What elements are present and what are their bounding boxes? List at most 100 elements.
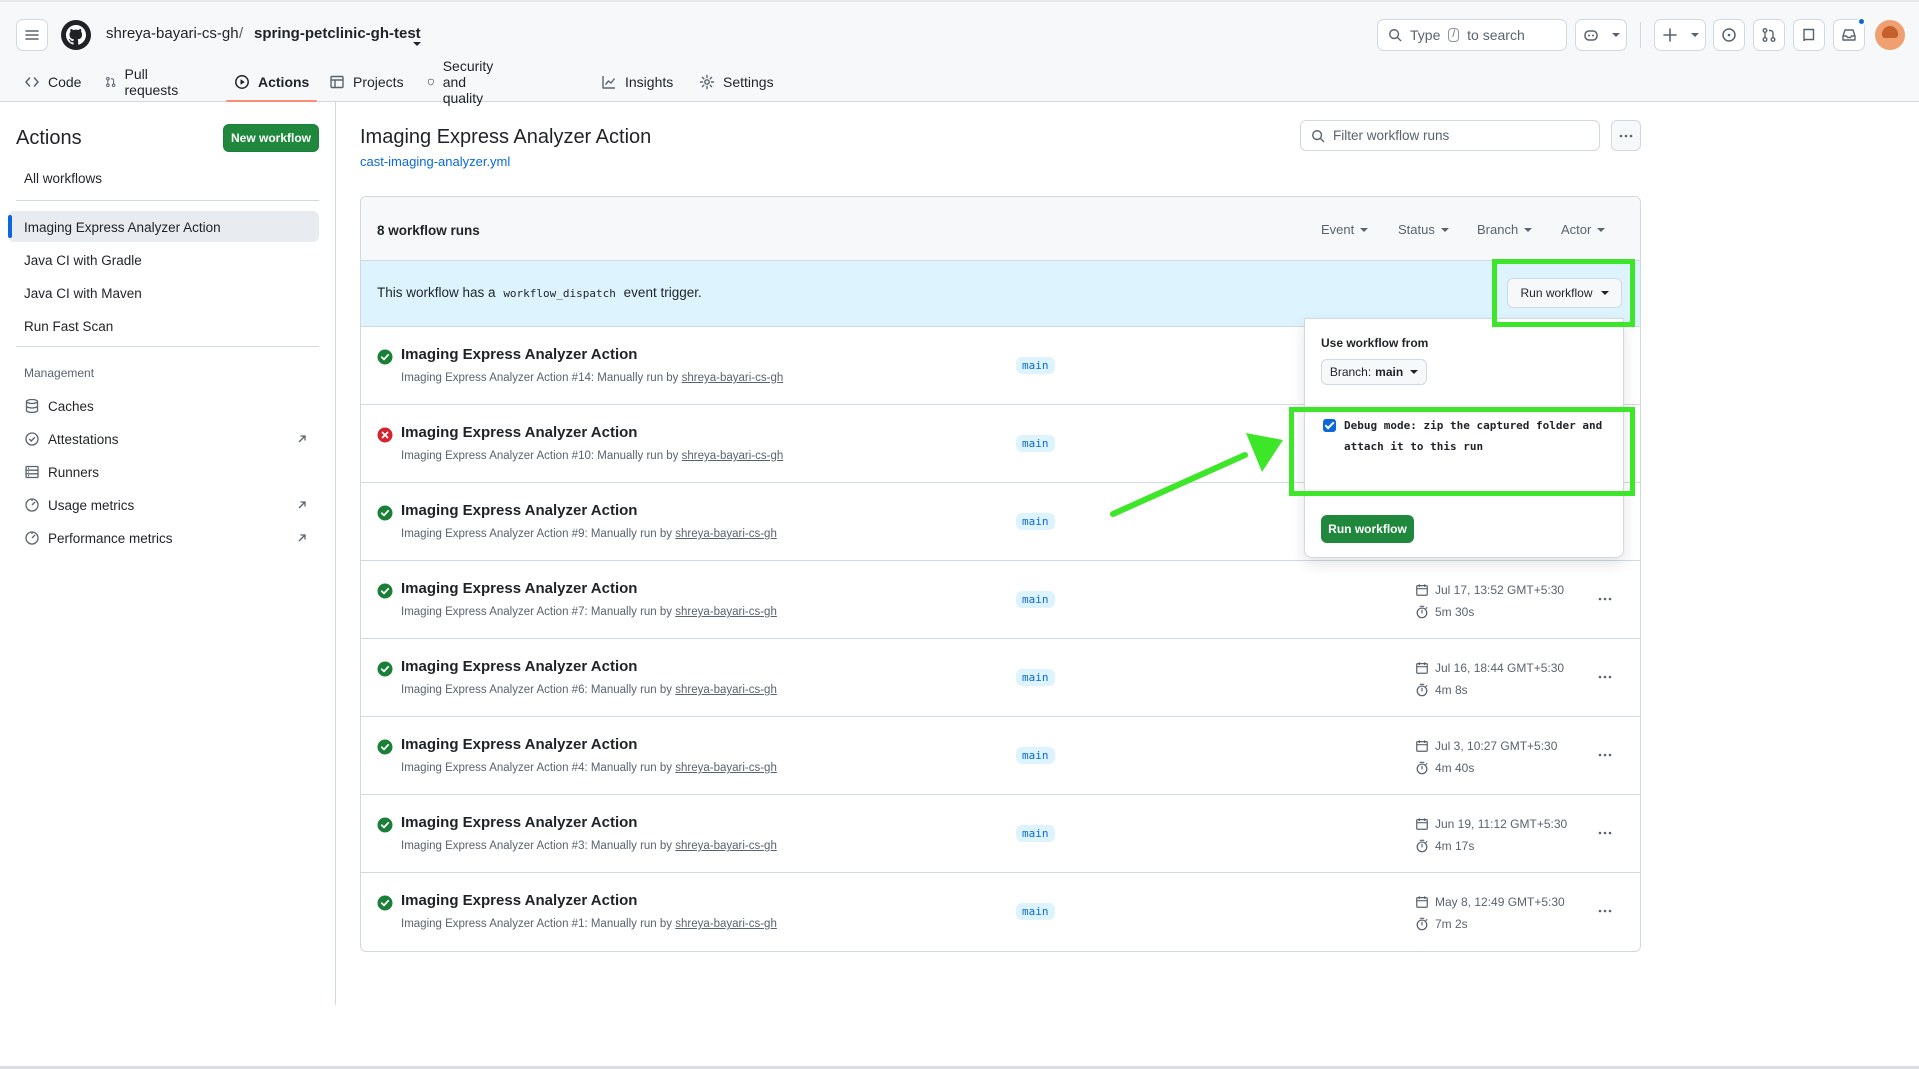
repositories-button[interactable]	[1793, 19, 1825, 51]
kebab-horizontal-icon	[1598, 675, 1612, 679]
branch-badge[interactable]: main	[1016, 903, 1055, 920]
filter-branch-dropdown[interactable]: Branch	[1477, 222, 1533, 237]
sidebar-item-workflow[interactable]: Java CI with Gradle	[24, 253, 142, 268]
run-title-link[interactable]: Imaging Express Analyzer Action	[401, 502, 637, 519]
tab-insights[interactable]: Insights	[601, 62, 673, 102]
run-title-link[interactable]: Imaging Express Analyzer Action	[401, 580, 637, 597]
run-workflow-submit-button[interactable]: Run workflow	[1321, 515, 1414, 543]
tab-projects[interactable]: Projects	[329, 62, 404, 102]
banner-text: This workflow has a workflow_dispatch ev…	[377, 285, 702, 300]
workflow-file-link[interactable]: cast-imaging-analyzer.yml	[360, 154, 510, 169]
tab-actions-label: Actions	[258, 74, 310, 90]
new-workflow-button[interactable]: New workflow	[223, 124, 319, 152]
caret-icon	[1410, 370, 1419, 374]
run-title-link[interactable]: Imaging Express Analyzer Action	[401, 658, 637, 675]
repo-name-link[interactable]: spring-petclinic-gh-test	[254, 25, 421, 42]
run-actor-link[interactable]: shreya-bayari-cs-gh	[675, 528, 777, 540]
header-divider	[1640, 22, 1641, 48]
create-new-button[interactable]	[1654, 19, 1706, 51]
workflow-run-row[interactable]: Imaging Express Analyzer Action Imaging E…	[361, 639, 1640, 717]
workflow-run-row[interactable]: Imaging Express Analyzer Action Imaging E…	[361, 717, 1640, 795]
run-options-button[interactable]	[1591, 821, 1619, 845]
run-description: Imaging Express Analyzer Action #7: Manu…	[401, 606, 673, 618]
branch-badge[interactable]: main	[1016, 513, 1055, 530]
tab-security[interactable]: Security and quality	[427, 58, 502, 106]
run-description: Imaging Express Analyzer Action #10: Man…	[401, 450, 679, 462]
run-actor-link[interactable]: shreya-bayari-cs-gh	[675, 684, 777, 696]
filter-placeholder: Filter workflow runs	[1333, 128, 1450, 143]
success-check-icon	[377, 739, 393, 755]
tab-pull-requests-label: Pull requests	[124, 66, 179, 98]
run-title-link[interactable]: Imaging Express Analyzer Action	[401, 892, 637, 909]
pull-request-icon	[106, 76, 116, 88]
workflow-run-row[interactable]: Imaging Express Analyzer Action Imaging E…	[361, 561, 1640, 639]
run-options-button[interactable]	[1591, 899, 1619, 923]
run-date: Jul 16, 18:44 GMT+5:30	[1415, 661, 1564, 675]
run-title-link[interactable]: Imaging Express Analyzer Action	[401, 736, 637, 753]
failure-x-icon	[377, 427, 393, 443]
branch-badge[interactable]: main	[1016, 669, 1055, 686]
server-icon	[25, 465, 39, 479]
filter-runs-input[interactable]: Filter workflow runs	[1300, 120, 1600, 151]
top-border	[0, 0, 1919, 2]
tab-pull-requests[interactable]: Pull requests	[105, 62, 183, 102]
issues-button[interactable]	[1713, 19, 1745, 51]
run-actor-link[interactable]: shreya-bayari-cs-gh	[675, 762, 777, 774]
sidebar-item-workflow[interactable]: Imaging Express Analyzer Action	[24, 220, 221, 235]
branch-select[interactable]: Branch: main	[1321, 359, 1427, 385]
branch-badge[interactable]: main	[1016, 591, 1055, 608]
calendar-icon	[1416, 662, 1428, 674]
sidebar-item-performance-metrics[interactable]: Performance metrics	[24, 530, 173, 546]
run-actor-link[interactable]: shreya-bayari-cs-gh	[675, 918, 777, 930]
sidebar-item-workflow[interactable]: Run Fast Scan	[24, 319, 113, 334]
sidebar-item-all-workflows[interactable]: All workflows	[24, 171, 102, 186]
search-input[interactable]: Type / to search	[1377, 19, 1567, 51]
kebab-horizontal-icon	[1619, 134, 1633, 137]
user-avatar[interactable]	[1875, 20, 1905, 50]
pull-requests-button[interactable]	[1753, 19, 1785, 51]
more-options-button[interactable]	[1611, 120, 1641, 151]
success-check-icon	[377, 895, 393, 911]
sidebar-item-runners[interactable]: Runners	[24, 464, 99, 480]
calendar-icon	[1416, 818, 1428, 830]
branch-badge[interactable]: main	[1016, 825, 1055, 842]
run-actor-link[interactable]: shreya-bayari-cs-gh	[675, 606, 777, 618]
stopwatch-icon	[1416, 605, 1428, 619]
run-title-link[interactable]: Imaging Express Analyzer Action	[401, 346, 637, 363]
tab-actions[interactable]: Actions	[225, 62, 318, 102]
sidebar-item-usage-metrics[interactable]: Usage metrics	[24, 497, 134, 513]
sidebar-item-workflow[interactable]: Java CI with Maven	[24, 286, 142, 301]
meter-icon	[25, 498, 39, 512]
branch-badge[interactable]: main	[1016, 435, 1055, 452]
run-actor-link[interactable]: shreya-bayari-cs-gh	[675, 840, 777, 852]
hamburger-icon	[25, 30, 39, 40]
repo-switcher-caret-icon[interactable]	[413, 33, 421, 51]
branch-badge[interactable]: main	[1016, 747, 1055, 764]
run-title-link[interactable]: Imaging Express Analyzer Action	[401, 424, 637, 441]
tab-settings[interactable]: Settings	[699, 62, 774, 102]
workflow-run-row[interactable]: Imaging Express Analyzer Action Imaging E…	[361, 873, 1640, 951]
caret-icon	[1524, 227, 1533, 232]
filter-event-dropdown[interactable]: Event	[1321, 222, 1369, 237]
page-title: Imaging Express Analyzer Action	[360, 126, 652, 148]
run-title-link[interactable]: Imaging Express Analyzer Action	[401, 814, 637, 831]
sidebar-item-label: Performance metrics	[48, 530, 173, 546]
run-subtitle: Imaging Express Analyzer Action #7: Manu…	[401, 606, 777, 618]
repo-owner-link[interactable]: shreya-bayari-cs-gh	[106, 25, 239, 42]
tab-code[interactable]: Code	[24, 62, 81, 102]
sidebar-item-attestations[interactable]: Attestations	[24, 431, 119, 447]
branch-badge[interactable]: main	[1016, 357, 1055, 374]
copilot-button[interactable]	[1575, 19, 1627, 51]
run-actor-link[interactable]: shreya-bayari-cs-gh	[682, 450, 784, 462]
run-options-button[interactable]	[1591, 665, 1619, 689]
run-options-button[interactable]	[1591, 587, 1619, 611]
run-options-button[interactable]	[1591, 743, 1619, 767]
run-actor-link[interactable]: shreya-bayari-cs-gh	[682, 372, 784, 384]
hamburger-menu-button[interactable]	[16, 19, 48, 51]
filter-actor-dropdown[interactable]: Actor	[1561, 222, 1606, 237]
sidebar-item-label: Attestations	[48, 431, 119, 447]
workflow-run-row[interactable]: Imaging Express Analyzer Action Imaging E…	[361, 795, 1640, 873]
filter-status-dropdown[interactable]: Status	[1398, 222, 1449, 237]
sidebar-item-caches[interactable]: Caches	[24, 398, 94, 414]
github-logo-icon[interactable]	[60, 19, 92, 51]
